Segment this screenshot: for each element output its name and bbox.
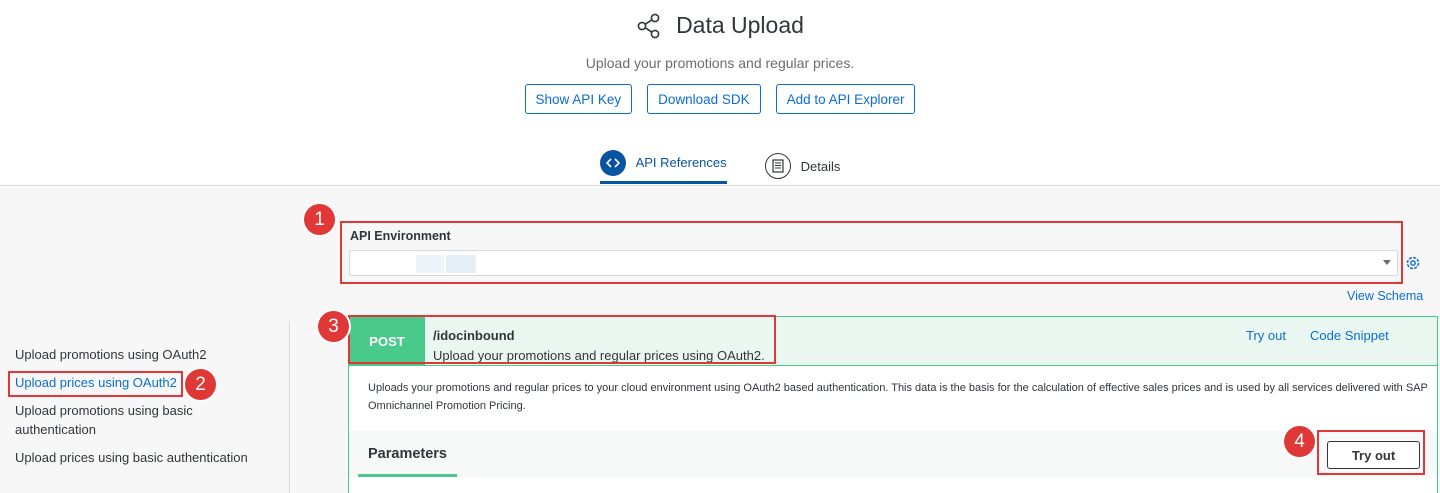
redacted-value: [416, 255, 444, 273]
operation-description: Uploads your promotions and regular pric…: [368, 382, 1428, 412]
annotation-marker: 4: [1284, 426, 1315, 457]
tab-label: Details: [800, 158, 841, 174]
page-subtitle: Upload your promotions and regular price…: [585, 55, 855, 71]
download-sdk-button[interactable]: Download SDK: [647, 84, 761, 114]
add-to-api-explorer-button[interactable]: Add to API Explorer: [775, 84, 916, 114]
show-api-key-button[interactable]: Show API Key: [524, 84, 633, 114]
tab-api-references[interactable]: API References: [599, 144, 727, 184]
tab-bar: API References Details: [0, 146, 1440, 186]
document-icon: [764, 153, 791, 179]
header-actions: Show API Key Download SDK Add to API Exp…: [0, 84, 1440, 114]
sidebar-item-upload-prices-basic[interactable]: Upload prices using basic authentication: [15, 448, 275, 467]
annotation-marker: 3: [318, 311, 349, 342]
title-row: Data Upload: [0, 12, 1440, 39]
try-out-link[interactable]: Try out: [1246, 328, 1286, 343]
parameters-title[interactable]: Parameters: [368, 446, 447, 462]
sidebar-item-upload-promotions-oauth2[interactable]: Upload promotions using OAuth2: [15, 345, 235, 364]
operation-summary: Upload your promotions and regular price…: [433, 348, 765, 363]
parameters-bar: Parameters: [349, 431, 1437, 477]
view-schema-link[interactable]: View Schema: [1347, 289, 1423, 303]
parameters-tab-indicator: [358, 474, 457, 477]
annotation-marker: 1: [304, 204, 335, 235]
api-environment-label: API Environment: [350, 229, 451, 243]
tab-details[interactable]: Details: [764, 146, 841, 186]
operation-panel: POST /idocinbound Upload your promotions…: [348, 316, 1438, 493]
page-title: Data Upload: [676, 12, 804, 38]
code-icon: [599, 149, 626, 176]
gear-icon[interactable]: [1404, 254, 1422, 272]
sidebar: Upload promotions using OAuth2 Upload pr…: [0, 321, 290, 493]
sidebar-item-upload-promotions-basic[interactable]: Upload promotions using basic authentica…: [15, 401, 215, 439]
annotation-marker: 2: [185, 369, 216, 400]
chevron-down-icon: [1383, 260, 1391, 265]
share-icon: [637, 13, 660, 38]
code-snippet-link[interactable]: Code Snippet: [1310, 328, 1389, 343]
method-badge: POST: [349, 317, 425, 366]
page-header: Data Upload Upload your promotions and r…: [0, 0, 1440, 186]
tab-label: API References: [635, 155, 727, 170]
operation-path: /idocinbound: [433, 328, 515, 343]
operation-header[interactable]: POST /idocinbound Upload your promotions…: [349, 317, 1437, 366]
redacted-value: [446, 255, 476, 273]
main-content: API Environment View Schema Upload promo…: [0, 187, 1440, 493]
api-environment-select[interactable]: [349, 250, 1398, 276]
try-out-button[interactable]: Try out: [1327, 441, 1420, 469]
